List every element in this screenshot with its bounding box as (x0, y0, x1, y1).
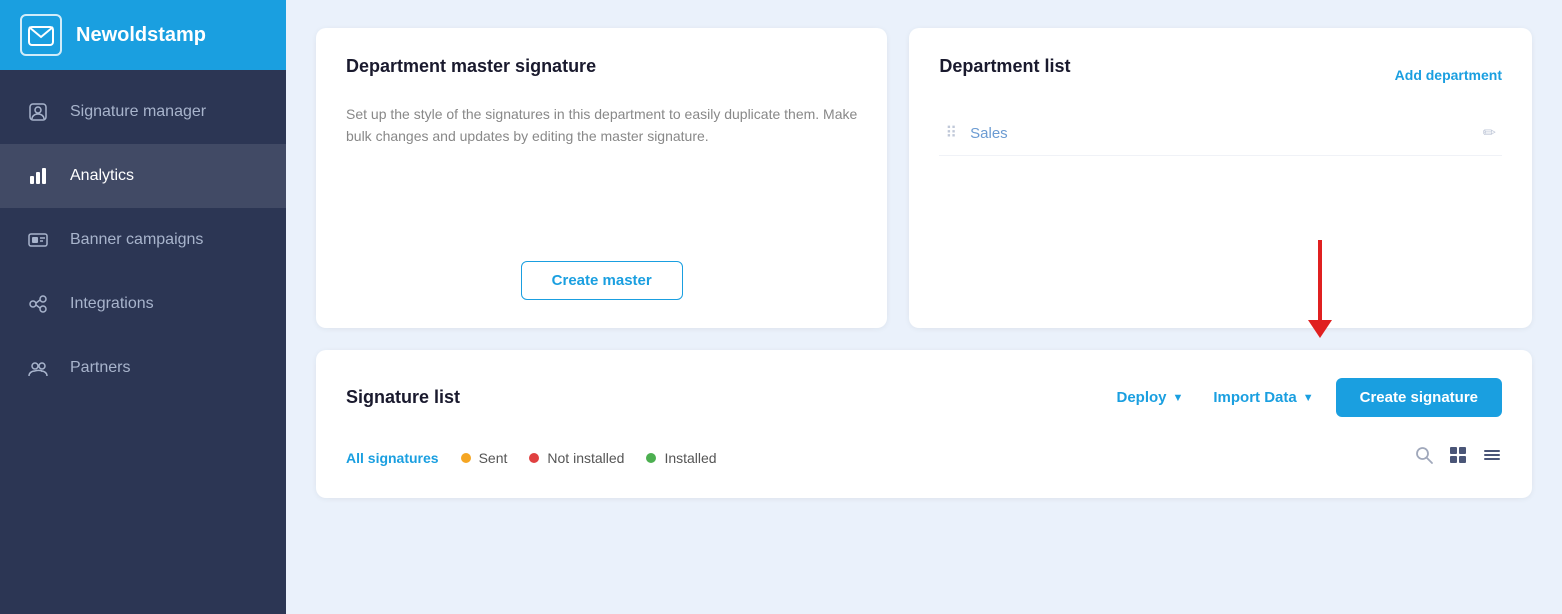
filter-sent-label: Sent (479, 450, 508, 466)
sidebar-nav: Signature manager Analytics Banner campa… (0, 70, 286, 400)
sidebar-item-label: Integrations (70, 295, 154, 313)
sidebar-header: Newoldstamp (0, 0, 286, 70)
filter-all-signatures[interactable]: All signatures (346, 450, 439, 466)
action-group: Deploy ▼ Import Data ▼ Create signature (1108, 378, 1502, 417)
import-data-button[interactable]: Import Data ▼ (1205, 385, 1321, 410)
sidebar-item-banner-campaigns[interactable]: Banner campaigns (0, 208, 286, 272)
annotation-arrow (1308, 240, 1332, 338)
dept-name: Sales (970, 125, 1470, 142)
main-content: Department master signature Set up the s… (286, 0, 1562, 614)
filter-not-installed-label: Not installed (547, 450, 624, 466)
signature-manager-icon (24, 98, 52, 126)
deploy-button[interactable]: Deploy ▼ (1108, 385, 1191, 410)
import-chevron-icon: ▼ (1303, 392, 1314, 404)
brand-name: Newoldstamp (76, 24, 206, 47)
top-row: Department master signature Set up the s… (316, 28, 1532, 328)
partners-icon (24, 354, 52, 382)
sidebar: Newoldstamp Signature manager Analytics … (0, 0, 286, 614)
dept-master-description: Set up the style of the signatures in th… (346, 93, 857, 148)
grid-view-icon[interactable] (1448, 445, 1468, 470)
import-data-label: Import Data (1213, 389, 1296, 406)
integrations-icon (24, 290, 52, 318)
create-signature-button[interactable]: Create signature (1336, 378, 1502, 417)
view-icons-group (1414, 445, 1502, 470)
signature-list-header: Signature list Deploy ▼ Import Data ▼ Cr… (346, 378, 1502, 417)
filter-sent[interactable]: Sent (461, 450, 508, 466)
list-view-icon[interactable] (1482, 445, 1502, 470)
dept-list-item: ⠿ Sales ✏ (939, 111, 1502, 156)
sidebar-item-signature-manager[interactable]: Signature manager (0, 80, 286, 144)
search-icon[interactable] (1414, 445, 1434, 470)
sidebar-item-analytics[interactable]: Analytics (0, 144, 286, 208)
sidebar-item-label: Banner campaigns (70, 231, 203, 249)
sidebar-item-partners[interactable]: Partners (0, 336, 286, 400)
signature-list-title: Signature list (346, 387, 460, 408)
dept-list-header: Department list Add department (939, 56, 1502, 93)
dept-master-card: Department master signature Set up the s… (316, 28, 887, 328)
filter-installed-label: Installed (664, 450, 716, 466)
filter-all-label: All signatures (346, 450, 439, 466)
edit-dept-icon[interactable]: ✏ (1483, 123, 1496, 143)
not-installed-dot-icon (529, 453, 539, 463)
dept-list-title: Department list (939, 56, 1070, 77)
drag-handle-icon[interactable]: ⠿ (945, 123, 958, 143)
sidebar-item-integrations[interactable]: Integrations (0, 272, 286, 336)
signature-list-card: Signature list Deploy ▼ Import Data ▼ Cr… (316, 350, 1532, 498)
add-department-link[interactable]: Add department (1395, 67, 1502, 83)
installed-dot-icon (646, 453, 656, 463)
filter-not-installed[interactable]: Not installed (529, 450, 624, 466)
dept-master-title: Department master signature (346, 56, 857, 77)
deploy-chevron-icon: ▼ (1173, 392, 1184, 404)
logo-icon (20, 14, 62, 56)
banner-campaigns-icon (24, 226, 52, 254)
dept-list-card: Department list Add department ⠿ Sales ✏ (909, 28, 1532, 328)
sidebar-item-label: Signature manager (70, 103, 206, 121)
sent-dot-icon (461, 453, 471, 463)
create-master-button[interactable]: Create master (521, 261, 683, 300)
sidebar-item-label: Partners (70, 359, 130, 377)
analytics-icon (24, 162, 52, 190)
deploy-label: Deploy (1116, 389, 1166, 406)
filter-installed[interactable]: Installed (646, 450, 716, 466)
sidebar-item-label: Analytics (70, 167, 134, 185)
filter-row: All signatures Sent Not installed Instal… (346, 437, 1502, 470)
